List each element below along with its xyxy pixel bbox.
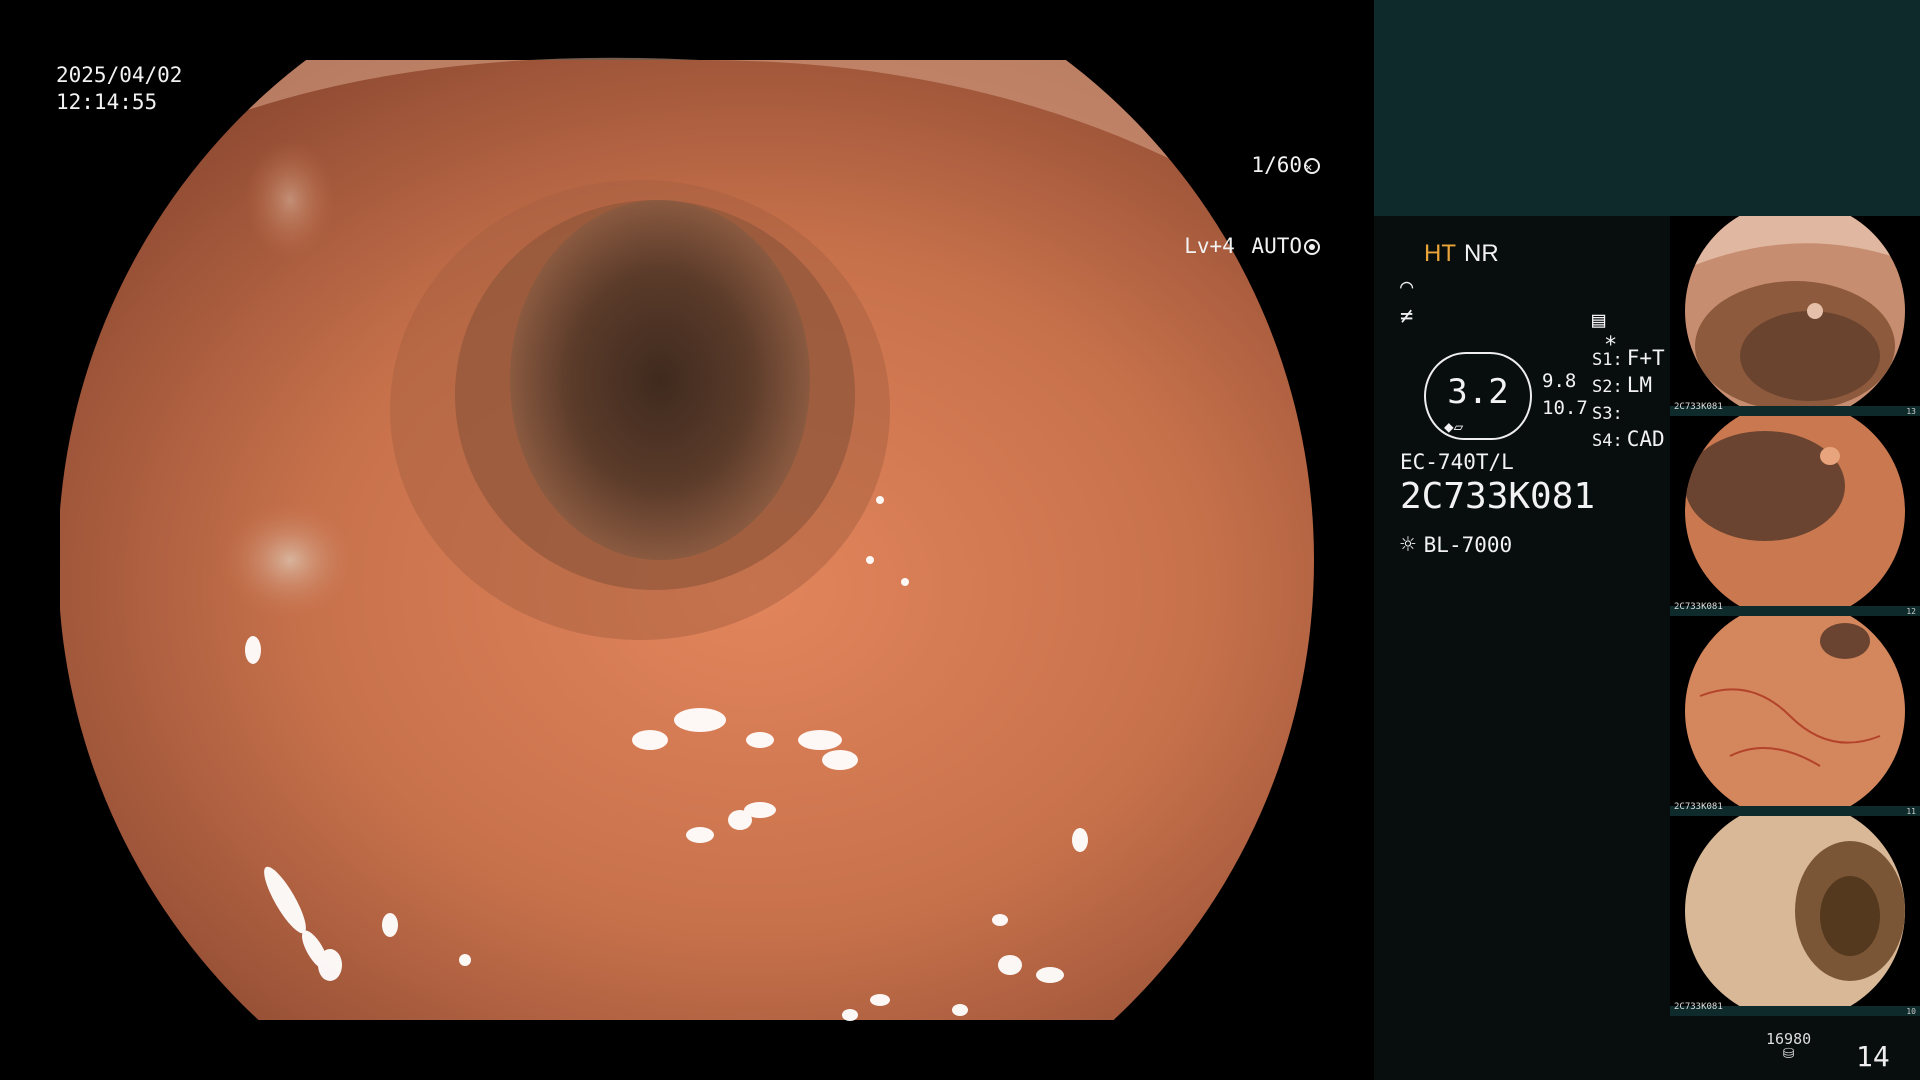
thumbnail-caption: 2C733K081 (1674, 602, 1723, 612)
thumbnail[interactable]: 2C733K081 13 (1670, 216, 1920, 416)
shutter-text: 1/60 (1251, 153, 1302, 177)
setting-value: CAD (1626, 427, 1665, 451)
thumbnail-image (1685, 416, 1905, 616)
date-time-readout: 2025/04/02 12:14:55 (56, 62, 182, 116)
settings-list-icon: ▤ (1592, 308, 1606, 333)
thumbnail-index: 12 (1906, 607, 1916, 616)
disk-stack-icon: ⛁ (1782, 1046, 1795, 1062)
thumbnail-image (1685, 616, 1905, 816)
setting-key: S1: (1592, 350, 1623, 370)
page-number: 14 (1856, 1040, 1890, 1073)
stepped-line-icon: ≠ (1400, 304, 1414, 329)
date-text: 2025/04/02 (56, 63, 183, 87)
time-text: 12:14:55 (56, 90, 158, 114)
switch-settings: S1: F+T S2: LM S3: S4: CAD (1592, 346, 1665, 454)
processor-status: HT NR ⌒ ≠ ▤ * 3.2 ◆▱ 9.8 10.7 S1: F+T S2: L… (1400, 240, 1665, 451)
panel-header-area (1374, 0, 1920, 216)
setting-value: F+T (1626, 346, 1665, 370)
pen-icon: ◆▱ (1444, 417, 1464, 436)
light-source-text: BL-7000 (1423, 533, 1513, 557)
endoscope-view: 2025/04/02 12:14:55 1/60 Lv+4 AUTO (0, 0, 1372, 1080)
setting-s2: S2: LM (1592, 373, 1665, 400)
captured-thumbnails: 2C733K081 13 2C733K081 12 2C733K081 11 2… (1670, 216, 1920, 1016)
light-source: ☼ BL-7000 (1400, 530, 1512, 560)
setting-key: S4: (1592, 431, 1623, 451)
level-text: Lv+4 (1184, 234, 1235, 258)
wave-icon: ⌒ (1400, 274, 1414, 299)
thumbnail-image (1685, 816, 1905, 1016)
setting-key: S3: (1592, 404, 1623, 424)
thumbnail-caption: 2C733K081 (1674, 802, 1723, 812)
image-mode: HT NR (1400, 240, 1630, 268)
gauge-reading-top: 9.8 (1542, 370, 1577, 392)
iris-ring-icon (1304, 238, 1320, 255)
setting-value: LM (1626, 373, 1653, 397)
thumbnail[interactable]: 2C733K081 11 (1670, 616, 1920, 816)
light-source-icon: ☼ (1400, 530, 1416, 560)
setting-s1: S1: F+T (1592, 346, 1665, 373)
gauge-readings: 9.8 10.7 (1542, 368, 1588, 422)
shutter-ring-icon (1304, 154, 1320, 181)
setting-key: S2: (1592, 377, 1623, 397)
thumbnail-index: 13 (1906, 407, 1916, 416)
setting-s4: S4: CAD (1592, 427, 1665, 454)
thumbnail-caption: 2C733K081 (1674, 402, 1723, 412)
magnification-gauge: 3.2 ◆▱ (1424, 352, 1532, 440)
mode-ht: HT (1424, 240, 1456, 267)
thumbnail-index: 10 (1906, 1007, 1916, 1016)
thumbnail[interactable]: 2C733K081 10 (1670, 816, 1920, 1016)
exposure-readout: 1/60 Lv+4 AUTO (1150, 98, 1320, 314)
iris-text: AUTO (1251, 234, 1302, 258)
setting-s3: S3: (1592, 400, 1665, 427)
scope-serial: 2C733K081 (1400, 476, 1596, 517)
image-count: 16980 ⛁ (1766, 1030, 1811, 1062)
gauge-reading-bottom: 10.7 (1542, 397, 1588, 419)
thumbnail-index: 11 (1906, 807, 1916, 816)
thumbnail[interactable]: 2C733K081 12 (1670, 416, 1920, 616)
thumbnail-image (1685, 216, 1905, 416)
mode-nr: NR (1464, 240, 1499, 267)
thumbnail-caption: 2C733K081 (1674, 1002, 1723, 1012)
scope-model: EC-740T/L (1400, 450, 1514, 474)
gauge-value: 3.2 (1447, 372, 1509, 412)
